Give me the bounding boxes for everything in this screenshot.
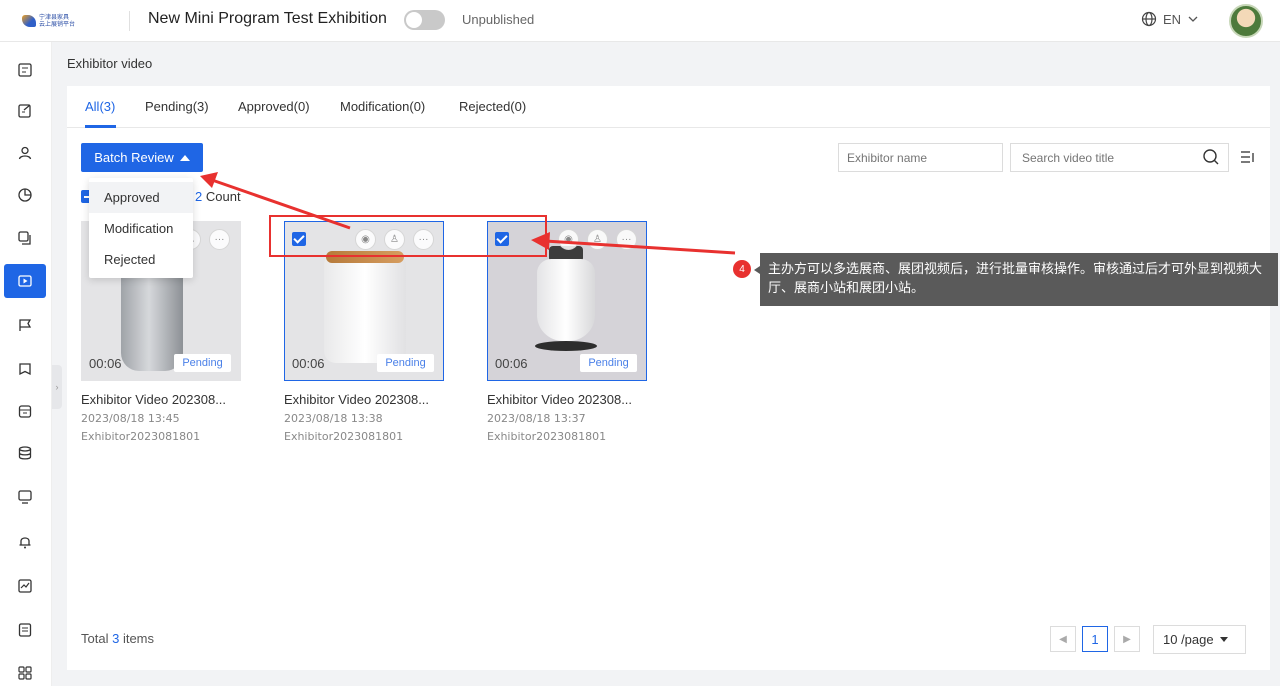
- tab-modification[interactable]: Modification(0): [340, 99, 425, 114]
- database-icon[interactable]: [4, 436, 46, 470]
- header-divider: [129, 11, 130, 31]
- exhibition-title: New Mini Program Test Exhibition: [148, 10, 387, 27]
- more-icon[interactable]: ···: [209, 229, 230, 250]
- language-selector[interactable]: EN: [1141, 11, 1199, 27]
- video-date: 2023/08/18 13:37: [487, 412, 586, 425]
- product-image: [537, 259, 595, 341]
- logo-mark-icon: [22, 15, 36, 27]
- video-title-search-input[interactable]: [1010, 143, 1229, 172]
- status-badge: Pending: [377, 354, 434, 372]
- content-panel: All(3) Pending(3) Approved(0) Modificati…: [67, 86, 1270, 670]
- batch-review-button[interactable]: Batch Review: [81, 143, 203, 172]
- sidebar: [0, 42, 52, 686]
- search-icon[interactable]: [1202, 148, 1220, 166]
- batch-review-menu: Approved Modification Rejected: [89, 178, 193, 278]
- video-duration: 00:06: [495, 356, 528, 371]
- tab-rejected[interactable]: Rejected(0): [459, 99, 526, 114]
- review-icon[interactable]: ♙: [587, 229, 608, 250]
- globe-icon: [1141, 11, 1157, 27]
- product-image-base: [535, 341, 597, 351]
- prev-page-button[interactable]: ◀: [1050, 626, 1076, 652]
- publish-status: Unpublished: [462, 12, 535, 27]
- logo[interactable]: 宁津县家具 云上展销平台: [22, 12, 92, 30]
- edit-list-icon[interactable]: [4, 94, 46, 128]
- tab-all[interactable]: All(3): [85, 99, 115, 114]
- toggle-knob: [406, 12, 422, 28]
- sidebar-collapse-handle[interactable]: ›: [52, 365, 62, 409]
- copy-icon[interactable]: [4, 221, 46, 255]
- flag-icon[interactable]: [4, 308, 46, 342]
- video-title[interactable]: Exhibitor Video 202308...: [487, 392, 647, 407]
- preview-eye-icon[interactable]: ◉: [558, 229, 579, 250]
- video-duration: 00:06: [89, 356, 122, 371]
- overview-icon[interactable]: [4, 53, 46, 87]
- language-label: EN: [1163, 11, 1182, 27]
- video-date: 2023/08/18 13:38: [284, 412, 383, 425]
- menu-item-approved[interactable]: Approved: [89, 182, 193, 213]
- selected-count: 2 Count: [195, 189, 241, 204]
- tab-approved[interactable]: Approved(0): [238, 99, 310, 114]
- menu-item-modification[interactable]: Modification: [89, 213, 193, 244]
- exhibitor-name-input[interactable]: [838, 143, 1003, 172]
- video-exhibitor: Exhibitor2023081801: [284, 430, 404, 443]
- tab-pending[interactable]: Pending(3): [145, 99, 209, 114]
- page-size-select[interactable]: 10 /page: [1153, 625, 1246, 654]
- batch-review-label: Batch Review: [94, 150, 174, 165]
- caret-down-icon: [1219, 637, 1228, 642]
- monitor-icon[interactable]: [4, 480, 46, 514]
- chevron-down-icon: [1188, 16, 1198, 22]
- bell-icon[interactable]: [4, 525, 46, 559]
- column-settings-icon[interactable]: [1240, 150, 1254, 164]
- annotation-tooltip: 主办方可以多选展商、展团视频后，进行批量审核操作。审核通过后才可外显到视频大厅、…: [760, 253, 1278, 306]
- active-tab-indicator: [85, 125, 116, 128]
- annotation-highlight-box: [269, 215, 547, 257]
- menu-item-rejected[interactable]: Rejected: [89, 244, 193, 275]
- trend-chart-icon[interactable]: [4, 569, 46, 603]
- pie-chart-icon[interactable]: [4, 178, 46, 212]
- video-icon[interactable]: [4, 264, 46, 298]
- logo-text: 宁津县家具 云上展销平台: [39, 14, 76, 28]
- store-icon[interactable]: [4, 394, 46, 428]
- pagination: ◀ 1 ▶: [1050, 626, 1140, 652]
- more-icon[interactable]: ···: [616, 229, 637, 250]
- video-exhibitor: Exhibitor2023081801: [81, 430, 201, 443]
- total-items: Total 3 items: [81, 631, 155, 646]
- apps-grid-icon[interactable]: [4, 656, 46, 686]
- annotation-number: 4: [733, 260, 751, 278]
- video-date: 2023/08/18 13:45: [81, 412, 180, 425]
- user-icon[interactable]: [4, 136, 46, 170]
- caret-up-icon: [179, 154, 190, 161]
- publish-toggle[interactable]: [404, 10, 445, 30]
- video-exhibitor: Exhibitor2023081801: [487, 430, 607, 443]
- status-badge: Pending: [174, 354, 231, 372]
- document-icon[interactable]: [4, 613, 46, 647]
- status-tabs: All(3) Pending(3) Approved(0) Modificati…: [67, 86, 1270, 128]
- page-number[interactable]: 1: [1082, 626, 1108, 652]
- breadcrumb: Exhibitor video: [67, 56, 153, 71]
- product-image: [324, 253, 406, 363]
- page-size-label: 10 /page: [1163, 632, 1214, 647]
- video-title[interactable]: Exhibitor Video 202308...: [284, 392, 444, 407]
- video-title[interactable]: Exhibitor Video 202308...: [81, 392, 241, 407]
- video-duration: 00:06: [292, 356, 325, 371]
- next-page-button[interactable]: ▶: [1114, 626, 1140, 652]
- avatar[interactable]: [1229, 4, 1263, 38]
- status-badge: Pending: [580, 354, 637, 372]
- bookmark-icon[interactable]: [4, 353, 46, 387]
- top-bar: 宁津县家具 云上展销平台 New Mini Program Test Exhibi…: [0, 0, 1280, 42]
